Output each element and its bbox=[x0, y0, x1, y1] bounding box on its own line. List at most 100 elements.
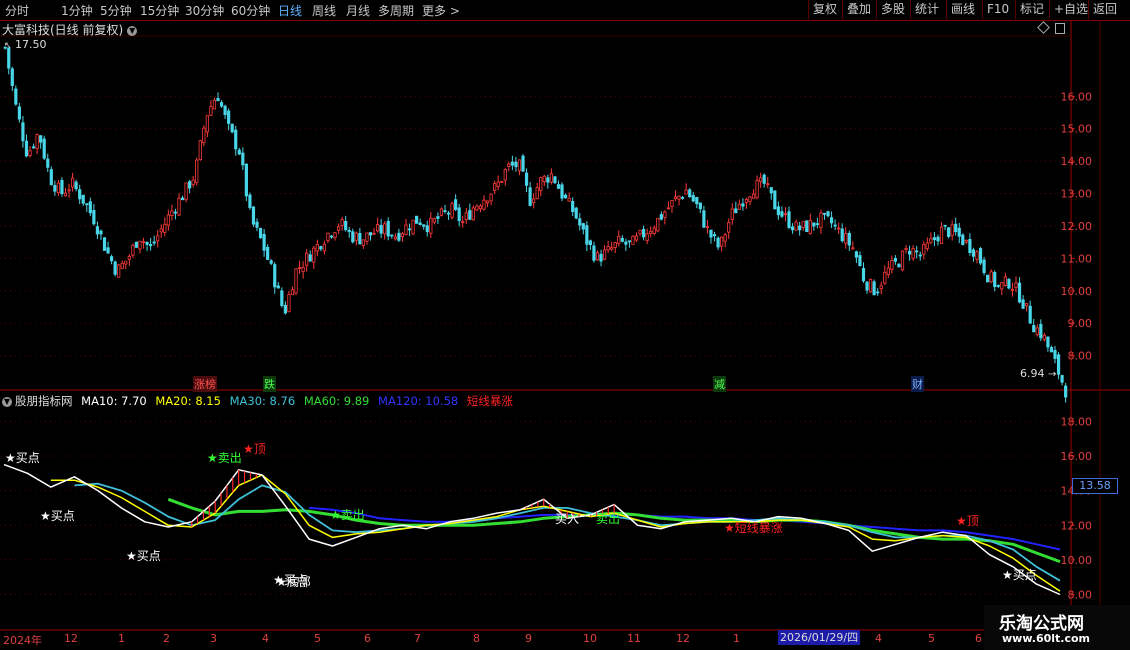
stock-title-text: 大富科技(日线 前复权) bbox=[2, 23, 124, 37]
candle bbox=[947, 227, 951, 237]
candle bbox=[840, 228, 844, 242]
candle bbox=[354, 232, 358, 241]
current-price-tag: 13.58 bbox=[1072, 478, 1118, 494]
event-marker-limit-up[interactable]: 涨榜 bbox=[193, 376, 217, 392]
candle bbox=[1025, 303, 1029, 306]
candle bbox=[560, 184, 564, 199]
candle bbox=[290, 289, 295, 296]
candle bbox=[610, 247, 614, 250]
candle bbox=[42, 138, 46, 159]
candle bbox=[819, 212, 823, 228]
candle bbox=[556, 184, 561, 189]
event-marker-finance[interactable]: 财 bbox=[911, 376, 924, 392]
candle bbox=[720, 236, 724, 247]
candle bbox=[70, 177, 75, 188]
candle bbox=[92, 210, 96, 225]
candle bbox=[868, 278, 873, 293]
candle bbox=[180, 197, 185, 201]
candle bbox=[85, 203, 89, 206]
chevron-down-icon[interactable]: ▼ bbox=[127, 25, 138, 36]
candle bbox=[510, 161, 514, 166]
candle bbox=[535, 187, 539, 200]
candle bbox=[31, 146, 36, 149]
candle bbox=[673, 196, 678, 200]
candle bbox=[741, 203, 745, 207]
candle bbox=[925, 242, 929, 249]
candle bbox=[152, 241, 156, 244]
signal-buy-point: ★买点 bbox=[1002, 568, 1037, 582]
candle bbox=[283, 304, 287, 314]
candle bbox=[553, 176, 557, 184]
candle bbox=[847, 232, 851, 246]
candle bbox=[642, 228, 646, 238]
candle bbox=[751, 193, 756, 199]
high-price-label: ↖ 17.50 bbox=[4, 38, 47, 51]
candle bbox=[63, 192, 68, 197]
candle bbox=[1014, 282, 1018, 288]
indicator-tick-label: 12.00 bbox=[1061, 519, 1093, 532]
candle bbox=[78, 189, 82, 200]
candle bbox=[102, 237, 107, 251]
signal-buy-point: ★买点 bbox=[126, 549, 161, 563]
candle bbox=[138, 240, 142, 250]
signal-top: ★顶 bbox=[243, 442, 266, 456]
candle bbox=[975, 251, 979, 260]
candle bbox=[177, 197, 181, 216]
ma-line-ma20 bbox=[50, 474, 1061, 592]
panel-toggle-icon[interactable] bbox=[1055, 23, 1065, 34]
candle bbox=[312, 247, 316, 263]
indicator-tick-label: 10.00 bbox=[1061, 554, 1093, 567]
candle bbox=[709, 229, 713, 238]
candle bbox=[602, 249, 607, 260]
candle bbox=[599, 253, 603, 262]
candle bbox=[787, 211, 791, 228]
candle bbox=[698, 202, 702, 210]
candle bbox=[762, 174, 766, 184]
indicator-header: ▼ 股朋指标网 MA10: 7.70 MA20: 8.15 MA30: 8.76 … bbox=[2, 393, 518, 409]
candle bbox=[595, 252, 600, 261]
price-tick-label: 12.00 bbox=[1061, 220, 1093, 233]
candle bbox=[549, 173, 553, 183]
candle bbox=[234, 129, 238, 150]
candle bbox=[397, 232, 401, 241]
x-axis-label: 8 bbox=[473, 632, 480, 645]
watermark-title: 乐淘公式网 bbox=[999, 614, 1084, 634]
candle bbox=[244, 163, 248, 197]
candle bbox=[39, 135, 43, 143]
signal-buy-point: ★买点 bbox=[5, 451, 40, 465]
signal-sell: ★卖出 bbox=[330, 508, 365, 522]
candle bbox=[748, 196, 752, 202]
candle bbox=[386, 221, 390, 237]
candle bbox=[372, 232, 376, 235]
x-axis-label: 7 bbox=[414, 632, 421, 645]
event-marker-reduce[interactable]: 减 bbox=[713, 376, 726, 392]
candle bbox=[106, 247, 110, 254]
price-tick-label: 16.00 bbox=[1061, 90, 1093, 103]
candle bbox=[326, 232, 330, 241]
candle bbox=[407, 228, 412, 231]
candle bbox=[670, 200, 674, 207]
candle bbox=[74, 181, 78, 190]
candle bbox=[500, 180, 504, 183]
candle bbox=[170, 210, 174, 216]
candle bbox=[659, 214, 663, 220]
candle bbox=[613, 242, 617, 248]
x-axis-label: 9 bbox=[525, 632, 532, 645]
candle bbox=[340, 219, 344, 226]
candle bbox=[624, 241, 628, 245]
candle bbox=[592, 245, 596, 261]
candle bbox=[567, 197, 571, 202]
signal-sell: ★卖出 bbox=[207, 451, 242, 465]
candle bbox=[60, 179, 64, 195]
candle bbox=[113, 261, 117, 275]
candle bbox=[645, 233, 649, 241]
candle bbox=[422, 224, 426, 227]
chevron-down-icon[interactable]: ▼ bbox=[2, 396, 12, 407]
candle bbox=[546, 177, 550, 183]
candle bbox=[695, 197, 699, 205]
event-marker-fall[interactable]: 跌 bbox=[263, 376, 276, 392]
kline-chart[interactable]: 8.009.0010.0011.0012.0013.0014.0015.0016… bbox=[0, 0, 1130, 650]
candle bbox=[294, 268, 298, 294]
candle bbox=[404, 224, 408, 236]
candle bbox=[333, 232, 337, 239]
